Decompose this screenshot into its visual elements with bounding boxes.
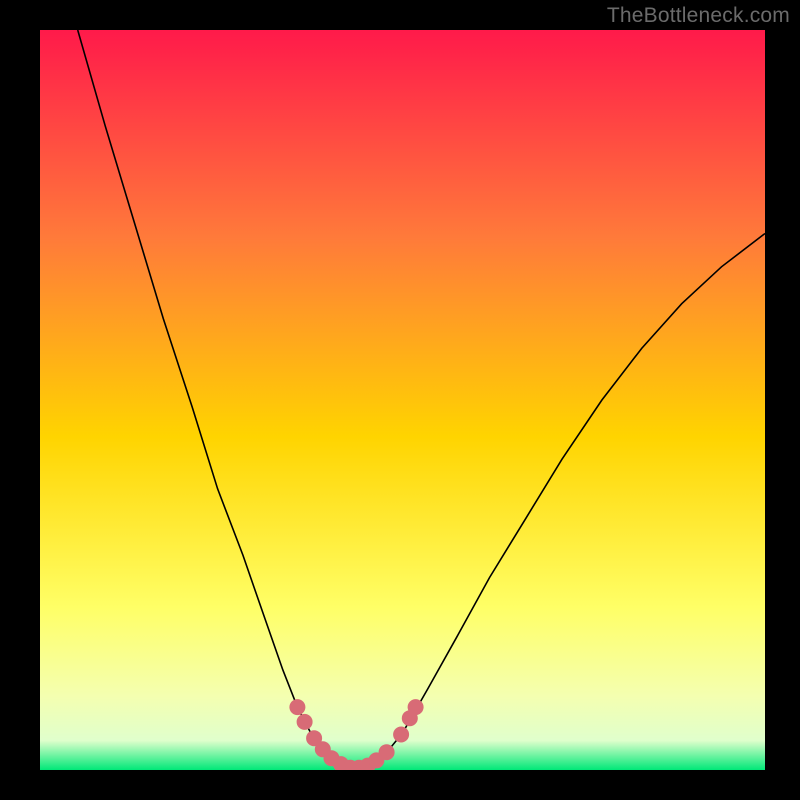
gradient-background xyxy=(40,30,765,770)
highlight-dot xyxy=(408,699,424,715)
chart-container xyxy=(40,30,765,770)
highlight-dot xyxy=(379,744,395,760)
highlight-dot xyxy=(393,727,409,743)
bottleneck-chart xyxy=(40,30,765,770)
highlight-dot xyxy=(289,699,305,715)
watermark-text: TheBottleneck.com xyxy=(607,4,790,28)
highlight-dot xyxy=(297,714,313,730)
